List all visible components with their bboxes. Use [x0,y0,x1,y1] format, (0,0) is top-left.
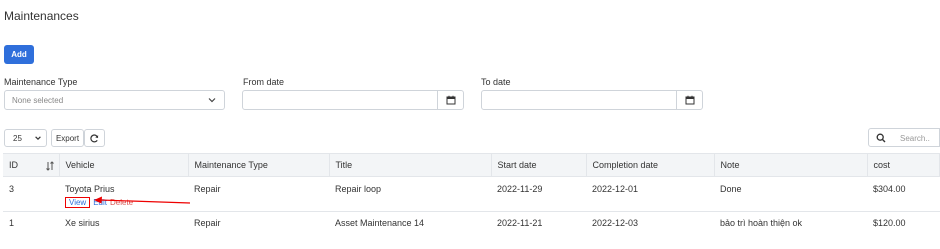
column-header-label: Vehicle [65,160,95,170]
maintenance-type-select[interactable]: None selected [4,90,225,110]
table-row: 1 Xe sirius Repair Asset Maintenance 14 … [3,212,940,236]
cell-maintenance-type: Repair [194,218,221,228]
cell-title: Asset Maintenance 14 [335,218,425,228]
column-header-label: Title [335,160,353,170]
edit-link[interactable]: Edit [93,198,107,207]
to-date-calendar-button[interactable] [676,91,702,109]
column-header-title[interactable]: Title [329,153,492,177]
column-header-vehicle[interactable]: Vehicle [59,153,189,177]
column-header-label: cost [873,160,891,170]
maintenance-type-label: Maintenance Type [4,77,78,87]
search-button[interactable] [868,128,893,147]
to-date-label: To date [481,77,511,87]
sort-icon[interactable] [46,161,54,171]
page-title: Maintenances [4,9,79,23]
view-link[interactable]: View [65,197,91,208]
calendar-icon [685,95,694,105]
column-header-label: ID [9,160,18,170]
cell-vehicle: Xe sirius [65,218,100,228]
page-size-value: 25 [13,133,22,143]
add-button[interactable]: Add [4,45,34,64]
search-placeholder: Search.. [900,134,930,143]
refresh-button[interactable] [84,129,105,147]
cell-start-date: 2022-11-29 [491,176,586,212]
from-date-field[interactable] [242,90,464,110]
chevron-down-icon [208,98,216,103]
column-header-completion-date[interactable]: Completion date [586,153,715,177]
column-header-label: Maintenance Type [194,160,268,170]
row-actions: View Edit Delete [65,197,188,208]
cell-cost: $304.00 [867,176,940,212]
cell-completion-date: 2022-12-01 [586,176,714,212]
cell-note: bảo trì hoàn thiện ok [720,218,803,228]
chevron-down-icon [35,136,41,141]
column-header-id[interactable]: ID [3,153,60,177]
calendar-icon [446,95,455,105]
cell-maintenance-type: Repair [188,176,329,212]
table-row: 3 Toyota Prius View Edit Delete Repair Rep… [3,176,940,212]
column-header-maintenance-type[interactable]: Maintenance Type [188,153,330,177]
cell-title: Repair loop [329,176,491,212]
search-input[interactable]: Search.. [892,128,940,147]
page-size-select[interactable]: 25 [4,129,47,147]
to-date-field[interactable] [481,90,703,110]
cell-note: Done [714,176,867,212]
cell-id: 1 [9,218,15,228]
cell-id: 3 [3,176,59,212]
column-header-cost[interactable]: cost [867,153,940,177]
cell-cost: $120.00 [873,218,906,228]
column-header-label: Note [720,160,740,170]
cell-completion-date: 2022-12-03 [592,218,639,228]
maintenance-type-placeholder: None selected [12,96,64,105]
vehicle-name: Toyota Prius [65,184,115,194]
search-icon [876,133,885,142]
column-header-start-date[interactable]: Start date [491,153,587,177]
cell-vehicle: Toyota Prius View Edit Delete [59,176,188,212]
column-header-label: Start date [497,160,537,170]
from-date-label: From date [243,77,285,87]
export-button[interactable]: Export [51,129,84,147]
delete-link[interactable]: Delete [110,198,133,207]
column-header-label: Completion date [592,160,659,170]
maintenances-table: ID Vehicle Maintenance Type Title Start … [3,153,940,236]
refresh-icon [90,133,99,142]
from-date-calendar-button[interactable] [437,91,463,109]
table-header-row: ID Vehicle Maintenance Type Title Start … [3,153,940,177]
cell-start-date: 2022-11-21 [497,218,543,228]
column-header-note[interactable]: Note [714,153,868,177]
